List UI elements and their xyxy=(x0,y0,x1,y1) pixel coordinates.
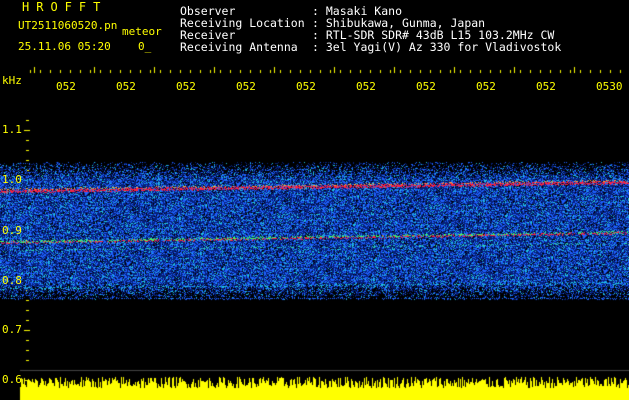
brand-title: HROFFT xyxy=(22,0,108,14)
x-tick-label: 0530 xyxy=(596,80,623,93)
x-tick-label: 052 xyxy=(536,80,556,93)
spectrogram-canvas xyxy=(0,0,629,400)
x-tick-label: 052 xyxy=(416,80,436,93)
antenna-label: Receiving Antenna xyxy=(180,40,298,54)
x-tick-label: 052 xyxy=(116,80,136,93)
y-tick-label: 1.0 xyxy=(2,173,22,186)
x-tick-label: 052 xyxy=(176,80,196,93)
y-tick-label: 0.8 xyxy=(2,274,22,287)
timestamp: 25.11.06 05:20 xyxy=(18,40,111,53)
x-tick-label: 052 xyxy=(296,80,316,93)
antenna-value: : 3el Yagi(V) Az 330 for Vladivostok xyxy=(312,40,562,54)
y-tick-label: 0.6 xyxy=(2,373,22,386)
y-axis-unit: kHz xyxy=(2,74,22,87)
y-tick-label: 1.1 xyxy=(2,123,22,136)
mode-label: meteor xyxy=(122,25,162,38)
x-tick-label: 052 xyxy=(476,80,496,93)
x-tick-label: 052 xyxy=(356,80,376,93)
x-tick-label: 052 xyxy=(56,80,76,93)
timestamp-suffix: 0_ xyxy=(138,40,152,53)
x-tick-label: 052 xyxy=(236,80,256,93)
y-tick-label: 0.7 xyxy=(2,323,22,336)
y-tick-label: 0.9 xyxy=(2,224,22,237)
file-name: UT2511060520.pn xyxy=(18,19,118,32)
